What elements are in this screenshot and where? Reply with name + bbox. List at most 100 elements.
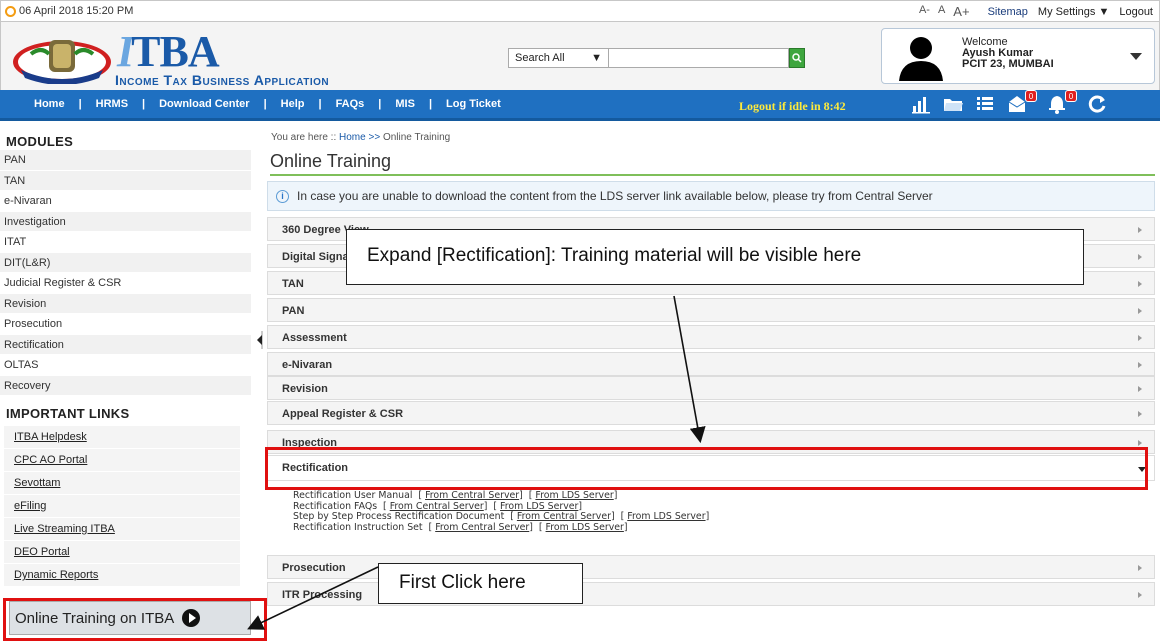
header: ITBA Income Tax Business Application Sea… xyxy=(0,22,1160,90)
nav-icons: 0 0 xyxy=(911,90,1107,114)
bell-badge: 0 xyxy=(1065,90,1077,102)
expand-arrow-icon xyxy=(1138,281,1142,287)
sidebar-item-rectification[interactable]: Rectification xyxy=(0,334,251,355)
collapse-left-icon[interactable] xyxy=(257,335,262,345)
expand-arrow-icon xyxy=(1138,227,1142,233)
notifications-button[interactable]: 0 xyxy=(1047,90,1077,114)
link-live-streaming[interactable]: Live Streaming ITBA xyxy=(4,518,240,541)
section-pan[interactable]: PAN xyxy=(267,298,1155,322)
section-revision[interactable]: Revision xyxy=(267,376,1155,400)
link-itba-helpdesk[interactable]: ITBA Helpdesk xyxy=(4,426,240,449)
search-input[interactable] xyxy=(609,48,789,68)
font-large-button[interactable]: A+ xyxy=(953,4,969,19)
doc-lds-link[interactable]: From LDS Server xyxy=(627,511,705,522)
doc-lds-link[interactable]: From LDS Server xyxy=(535,490,613,501)
expand-arrow-icon xyxy=(1138,362,1142,368)
important-links-heading: IMPORTANT LINKS xyxy=(6,406,130,421)
nav-items: Home | HRMS | Download Center | Help | FAQs |… xyxy=(0,90,515,118)
doc-central-link[interactable]: From Central Server xyxy=(390,501,484,512)
nav-faqs[interactable]: FAQs xyxy=(322,98,379,110)
search-button[interactable] xyxy=(789,48,805,68)
bell-icon xyxy=(1049,96,1065,114)
user-profile-box[interactable]: Welcome Ayush Kumar PCIT 23, MUMBAI xyxy=(881,28,1155,84)
nav-download-center[interactable]: Download Center xyxy=(145,98,263,110)
expand-arrow-icon xyxy=(1138,308,1142,314)
logout-link[interactable]: Logout xyxy=(1119,6,1153,18)
expand-arrow-icon xyxy=(1138,335,1142,341)
mail-icon xyxy=(1008,96,1026,112)
nav-hrms[interactable]: HRMS xyxy=(82,98,142,110)
callout-expand-rectification: Expand [Rectification]: Training materia… xyxy=(346,229,1084,285)
refresh-icon[interactable] xyxy=(1087,94,1107,114)
doc-row: Rectification Instruction Set [ From Cen… xyxy=(293,521,628,533)
user-info: Welcome Ayush Kumar PCIT 23, MUMBAI xyxy=(962,37,1054,70)
expand-arrow-icon xyxy=(1138,386,1142,392)
sidebar-item-judicial-register[interactable]: Judicial Register & CSR xyxy=(0,273,251,294)
user-menu-caret-icon[interactable] xyxy=(1130,53,1142,60)
link-efiling[interactable]: eFiling xyxy=(4,495,240,518)
itba-logo[interactable]: ITBA Income Tax Business Application xyxy=(9,26,329,88)
sidebar-item-prosecution[interactable]: Prosecution xyxy=(0,314,251,335)
sidebar-item-pan[interactable]: PAN xyxy=(0,150,251,171)
doc-central-link[interactable]: From Central Server xyxy=(435,522,529,533)
section-e-nivaran[interactable]: e-Nivaran xyxy=(267,352,1155,376)
link-dynamic-reports[interactable]: Dynamic Reports xyxy=(4,564,240,587)
nav-log-ticket[interactable]: Log Ticket xyxy=(432,98,515,110)
font-size-controls: A- A A+ xyxy=(919,4,970,19)
mail-button[interactable]: 0 xyxy=(1007,90,1037,114)
breadcrumb-home[interactable]: Home xyxy=(339,132,366,143)
sidebar-item-itat[interactable]: ITAT xyxy=(0,232,251,253)
breadcrumb: You are here :: Home >> Online Training xyxy=(271,132,451,143)
nav-mis[interactable]: MIS xyxy=(381,98,429,110)
sidebar-item-investigation[interactable]: Investigation xyxy=(0,211,251,232)
font-normal-button[interactable]: A xyxy=(938,4,945,19)
rectification-documents: Rectification User Manual [ From Central… xyxy=(293,490,709,533)
doc-lds-link[interactable]: From LDS Server xyxy=(546,522,624,533)
sidebar-item-oltas[interactable]: OLTAS xyxy=(0,355,251,376)
info-banner: i In case you are unable to download the… xyxy=(267,181,1155,211)
link-cpc-ao-portal[interactable]: CPC AO Portal xyxy=(4,449,240,472)
sidebar-item-dit-lr[interactable]: DIT(L&R) xyxy=(0,252,251,273)
mail-badge: 0 xyxy=(1025,90,1037,102)
user-office: PCIT 23, MUMBAI xyxy=(962,58,1054,70)
doc-central-link[interactable]: From Central Server xyxy=(425,490,519,501)
font-small-button[interactable]: A- xyxy=(919,4,930,19)
datetime-text: 06 April 2018 15:20 PM xyxy=(19,5,134,17)
link-sevottam[interactable]: Sevottam xyxy=(4,472,240,495)
logo-subtitle: Income Tax Business Application xyxy=(115,72,330,88)
section-assessment[interactable]: Assessment xyxy=(267,325,1155,349)
page-title: Online Training xyxy=(270,151,1155,176)
search-icon xyxy=(792,53,802,63)
idle-logout-timer: Logout if idle in 8:42 xyxy=(739,99,846,113)
sidebar-item-recovery[interactable]: Recovery xyxy=(0,375,251,396)
expand-arrow-icon xyxy=(1138,254,1142,260)
expand-arrow-icon xyxy=(1138,440,1142,446)
callout-first-click: First Click here xyxy=(378,563,583,604)
breadcrumb-current: Online Training xyxy=(382,132,451,143)
highlight-online-training xyxy=(3,598,267,641)
list-icon[interactable] xyxy=(975,94,995,114)
modules-heading: MODULES xyxy=(6,134,74,149)
sidebar: MODULES PAN TAN e-Nivaran Investigation … xyxy=(0,124,251,642)
link-deo-portal[interactable]: DEO Portal xyxy=(4,541,240,564)
sitemap-link[interactable]: Sitemap xyxy=(988,6,1028,18)
chevron-down-icon: ▼ xyxy=(591,52,602,64)
avatar xyxy=(899,37,943,81)
folder-icon[interactable] xyxy=(943,94,963,114)
section-appeal-register[interactable]: Appeal Register & CSR xyxy=(267,401,1155,425)
nav-help[interactable]: Help xyxy=(267,98,319,110)
top-bar: 06 April 2018 15:20 PM A- A A+ Sitemap M… xyxy=(0,0,1160,22)
sidebar-item-e-nivaran[interactable]: e-Nivaran xyxy=(0,191,251,212)
doc-lds-link[interactable]: From LDS Server xyxy=(500,501,578,512)
expand-arrow-icon xyxy=(1138,565,1142,571)
expand-arrow-icon xyxy=(1138,411,1142,417)
sidebar-item-tan[interactable]: TAN xyxy=(0,170,251,191)
doc-central-link[interactable]: From Central Server xyxy=(517,511,611,522)
search-bar: Search All ▼ xyxy=(508,48,805,68)
bar-chart-icon[interactable] xyxy=(911,94,931,114)
sidebar-item-revision[interactable]: Revision xyxy=(0,293,251,314)
info-text: In case you are unable to download the c… xyxy=(297,189,933,203)
search-scope-select[interactable]: Search All ▼ xyxy=(508,48,609,68)
nav-home[interactable]: Home xyxy=(0,98,79,110)
my-settings-menu[interactable]: My Settings ▼ xyxy=(1038,6,1109,18)
